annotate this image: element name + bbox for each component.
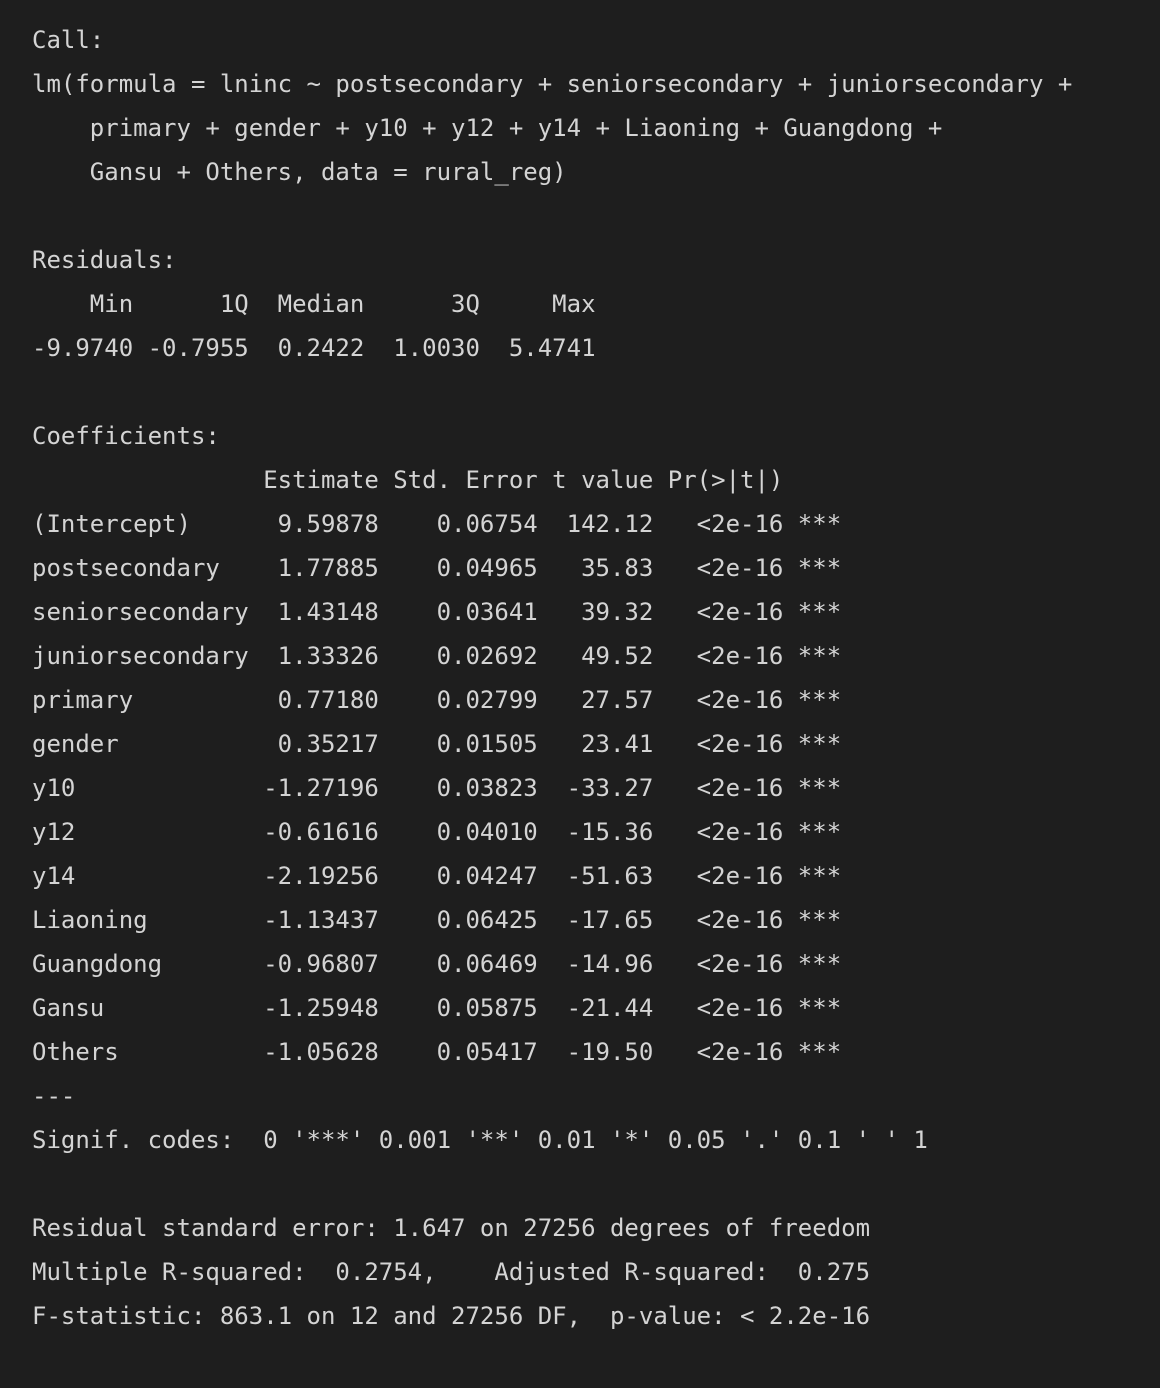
console-line: postsecondary 1.77885 0.04965 35.83 <2e-… bbox=[32, 554, 842, 582]
console-line: -9.9740 -0.7955 0.2422 1.0030 5.4741 bbox=[32, 334, 596, 362]
console-line: Signif. codes: 0 '***' 0.001 '**' 0.01 '… bbox=[32, 1126, 928, 1154]
console-line: --- bbox=[32, 1082, 76, 1110]
console-line: Coefficients: bbox=[32, 422, 220, 450]
console-line: Call: bbox=[32, 26, 105, 54]
console-line: Estimate Std. Error t value Pr(>|t|) bbox=[32, 466, 784, 494]
console-line: gender 0.35217 0.01505 23.41 <2e-16 *** bbox=[32, 730, 842, 758]
console-line: F-statistic: 863.1 on 12 and 27256 DF, p… bbox=[32, 1302, 871, 1330]
console-line: Gansu -1.25948 0.05875 -21.44 <2e-16 *** bbox=[32, 994, 842, 1022]
console-line: Residual standard error: 1.647 on 27256 … bbox=[32, 1214, 871, 1242]
console-line: Multiple R-squared: 0.2754, Adjusted R-s… bbox=[32, 1258, 871, 1286]
console-output: Call: lm(formula = lninc ~ postsecondary … bbox=[0, 0, 1160, 1388]
console-line: Gansu + Others, data = rural_reg) bbox=[32, 158, 567, 186]
console-line: (Intercept) 9.59878 0.06754 142.12 <2e-1… bbox=[32, 510, 842, 538]
console-line: y12 -0.61616 0.04010 -15.36 <2e-16 *** bbox=[32, 818, 842, 846]
console-line: Min 1Q Median 3Q Max bbox=[32, 290, 596, 318]
console-line: lm(formula = lninc ~ postsecondary + sen… bbox=[32, 70, 1073, 98]
console-line: y14 -2.19256 0.04247 -51.63 <2e-16 *** bbox=[32, 862, 842, 890]
console-line: primary 0.77180 0.02799 27.57 <2e-16 *** bbox=[32, 686, 842, 714]
console-line: primary + gender + y10 + y12 + y14 + Lia… bbox=[32, 114, 943, 142]
console-line: seniorsecondary 1.43148 0.03641 39.32 <2… bbox=[32, 598, 842, 626]
console-line: y10 -1.27196 0.03823 -33.27 <2e-16 *** bbox=[32, 774, 842, 802]
console-line: Residuals: bbox=[32, 246, 177, 274]
console-line: Others -1.05628 0.05417 -19.50 <2e-16 **… bbox=[32, 1038, 842, 1066]
console-line: juniorsecondary 1.33326 0.02692 49.52 <2… bbox=[32, 642, 842, 670]
console-line: Liaoning -1.13437 0.06425 -17.65 <2e-16 … bbox=[32, 906, 842, 934]
console-line: Guangdong -0.96807 0.06469 -14.96 <2e-16… bbox=[32, 950, 842, 978]
